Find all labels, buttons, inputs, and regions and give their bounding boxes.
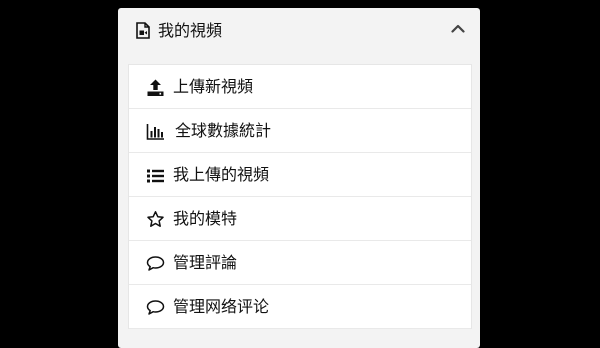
menu-item-label: 管理評論: [173, 253, 238, 272]
menu-item-label: 我的模特: [173, 209, 238, 228]
comment-icon: [146, 300, 165, 315]
menu-item-label: 管理网络评论: [173, 297, 270, 316]
menu-item-manage-comments[interactable]: 管理評論: [129, 241, 471, 285]
video-file-icon: [136, 22, 150, 39]
list-icon: [147, 169, 164, 183]
chevron-up-icon[interactable]: [451, 23, 465, 33]
bar-chart-icon: [146, 124, 164, 140]
menu-item-global-stats[interactable]: 全球數據統計: [129, 109, 471, 153]
video-menu: 上傳新視頻 全球數據統計 我上傳的視頻 我的模特 管理評論 管理网络评论: [128, 64, 472, 329]
panel-header[interactable]: 我的視頻: [118, 8, 480, 54]
menu-item-upload-new-video[interactable]: 上傳新視頻: [129, 65, 471, 109]
star-icon: [147, 211, 164, 227]
panel-title: 我的視頻: [158, 21, 223, 40]
menu-item-label: 我上傳的視頻: [173, 165, 270, 184]
menu-item-my-uploaded-videos[interactable]: 我上傳的視頻: [129, 153, 471, 197]
comment-icon: [146, 256, 165, 271]
menu-item-label: 全球數據統計: [175, 121, 272, 140]
upload-icon: [147, 79, 164, 96]
menu-item-my-models[interactable]: 我的模特: [129, 197, 471, 241]
menu-item-label: 上傳新視頻: [173, 77, 254, 96]
my-videos-panel: 我的視頻 上傳新視頻 全球數據統計 我上傳的視頻 我的模特 管理評論 管理网络评…: [118, 8, 480, 348]
menu-item-manage-web-comments[interactable]: 管理网络评论: [129, 285, 471, 329]
